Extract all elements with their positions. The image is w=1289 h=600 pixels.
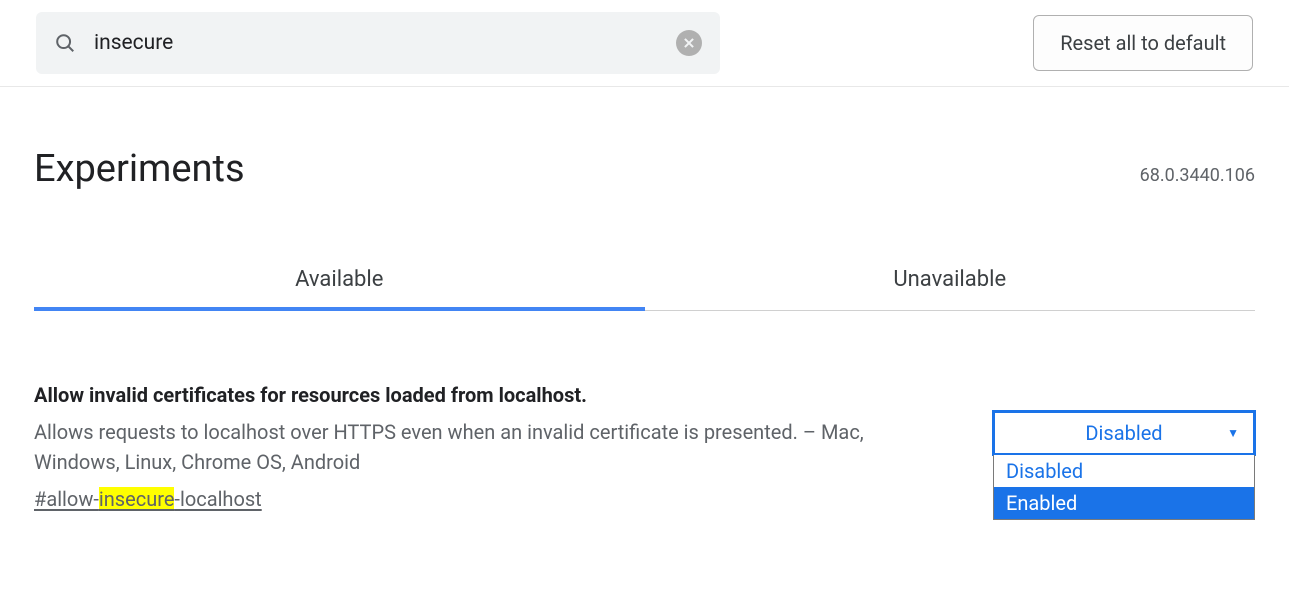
search-input[interactable] [94, 31, 676, 55]
main-content: Experiments 68.0.3440.106 Available Unav… [0, 87, 1289, 511]
chevron-down-icon: ▼ [1227, 426, 1239, 440]
dropdown-option-enabled[interactable]: Enabled [994, 487, 1254, 519]
version-label: 68.0.3440.106 [1140, 165, 1255, 186]
flag-item: Allow invalid certificates for resources… [34, 383, 1255, 511]
clear-search-button[interactable] [676, 30, 702, 56]
flag-hash-prefix: #allow- [34, 487, 99, 511]
dropdown-list: Disabled Enabled [993, 455, 1255, 520]
dropdown-option-disabled[interactable]: Disabled [994, 455, 1254, 487]
title-row: Experiments 68.0.3440.106 [34, 147, 1255, 191]
search-icon [54, 32, 76, 54]
flag-title: Allow invalid certificates for resources… [34, 383, 953, 407]
flag-hash-highlight: insecure [99, 487, 175, 511]
flag-text: Allow invalid certificates for resources… [34, 383, 953, 511]
page-title: Experiments [34, 147, 245, 191]
dropdown-selected[interactable]: Disabled ▼ [993, 411, 1255, 455]
search-box[interactable] [36, 12, 720, 74]
flag-hash-suffix: -localhost [174, 487, 261, 511]
flag-hash-link[interactable]: #allow-insecure-localhost [34, 487, 262, 511]
close-icon [682, 36, 696, 50]
top-bar: Reset all to default [0, 0, 1289, 87]
flag-dropdown[interactable]: Disabled ▼ Disabled Enabled [993, 411, 1255, 455]
tabs: Available Unavailable [34, 251, 1255, 311]
dropdown-selected-text: Disabled [1085, 421, 1162, 445]
tab-unavailable[interactable]: Unavailable [645, 251, 1256, 310]
reset-all-button[interactable]: Reset all to default [1033, 15, 1253, 71]
tab-available[interactable]: Available [34, 251, 645, 310]
flag-description: Allows requests to localhost over HTTPS … [34, 417, 953, 477]
